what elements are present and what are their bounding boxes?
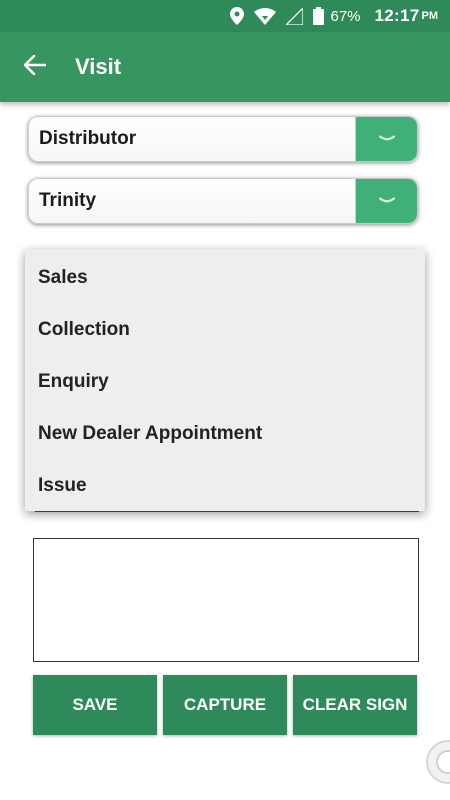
wifi-icon [254,7,277,25]
save-button[interactable]: SAVE [33,675,157,735]
floating-assist-button[interactable] [426,740,450,784]
dealer-spinner[interactable]: Trinity [28,178,418,224]
clear-sign-button[interactable]: CLEAR SIGN [293,675,417,735]
distributor-dropdown-button[interactable] [355,117,417,161]
signal-icon [286,7,304,25]
dropdown-option-issue[interactable]: Issue [25,460,425,512]
back-arrow-icon [23,54,48,80]
clock-ampm: PM [421,10,439,22]
clock: 12:17 PM [375,6,438,26]
circle-icon [436,750,450,774]
distributor-spinner[interactable]: Distributor [28,116,418,162]
back-button[interactable] [0,32,70,102]
dealer-dropdown-button[interactable] [355,179,417,223]
page-title: Visit [75,54,122,79]
visit-type-dropdown-list: Sales Collection Enquiry New Dealer Appo… [25,249,425,511]
app-bar: Visit [0,32,450,102]
dropdown-option-sales[interactable]: Sales [25,252,425,304]
status-bar: 67% 12:17 PM [0,0,450,32]
battery-percent: 67% [330,7,361,25]
signature-pad[interactable] [33,538,419,662]
battery-icon [313,7,325,25]
clock-time: 12:17 [374,6,420,25]
chevron-down-icon [378,130,395,148]
chevron-down-icon [378,192,395,210]
capture-button[interactable]: CAPTURE [163,675,287,735]
distributor-value: Distributor [39,128,137,149]
dropdown-option-new-dealer-appointment[interactable]: New Dealer Appointment [25,408,425,460]
location-icon [230,7,245,25]
dropdown-option-collection[interactable]: Collection [25,304,425,356]
dropdown-option-enquiry[interactable]: Enquiry [25,356,425,408]
dealer-value: Trinity [39,190,97,211]
